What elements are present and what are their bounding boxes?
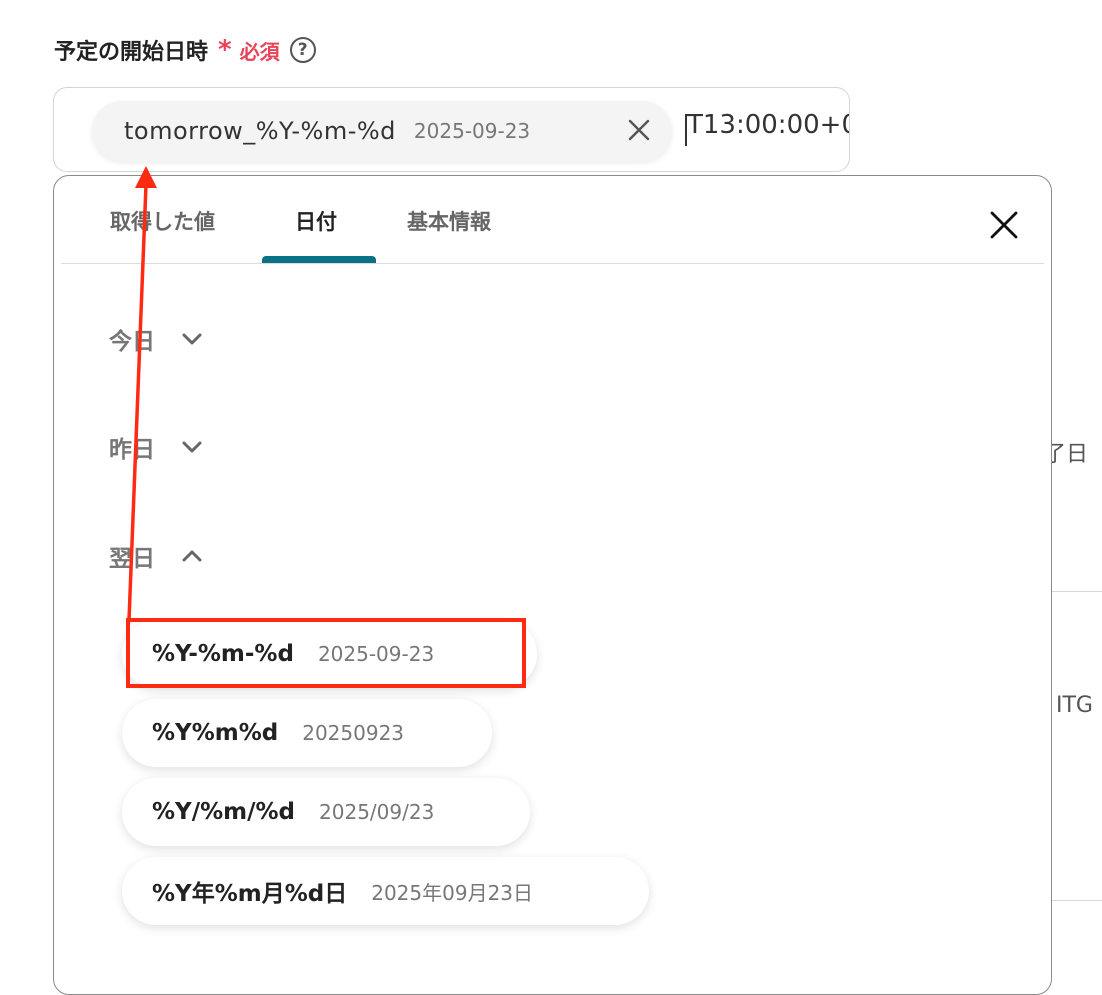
annotation-arrow (127, 166, 157, 621)
